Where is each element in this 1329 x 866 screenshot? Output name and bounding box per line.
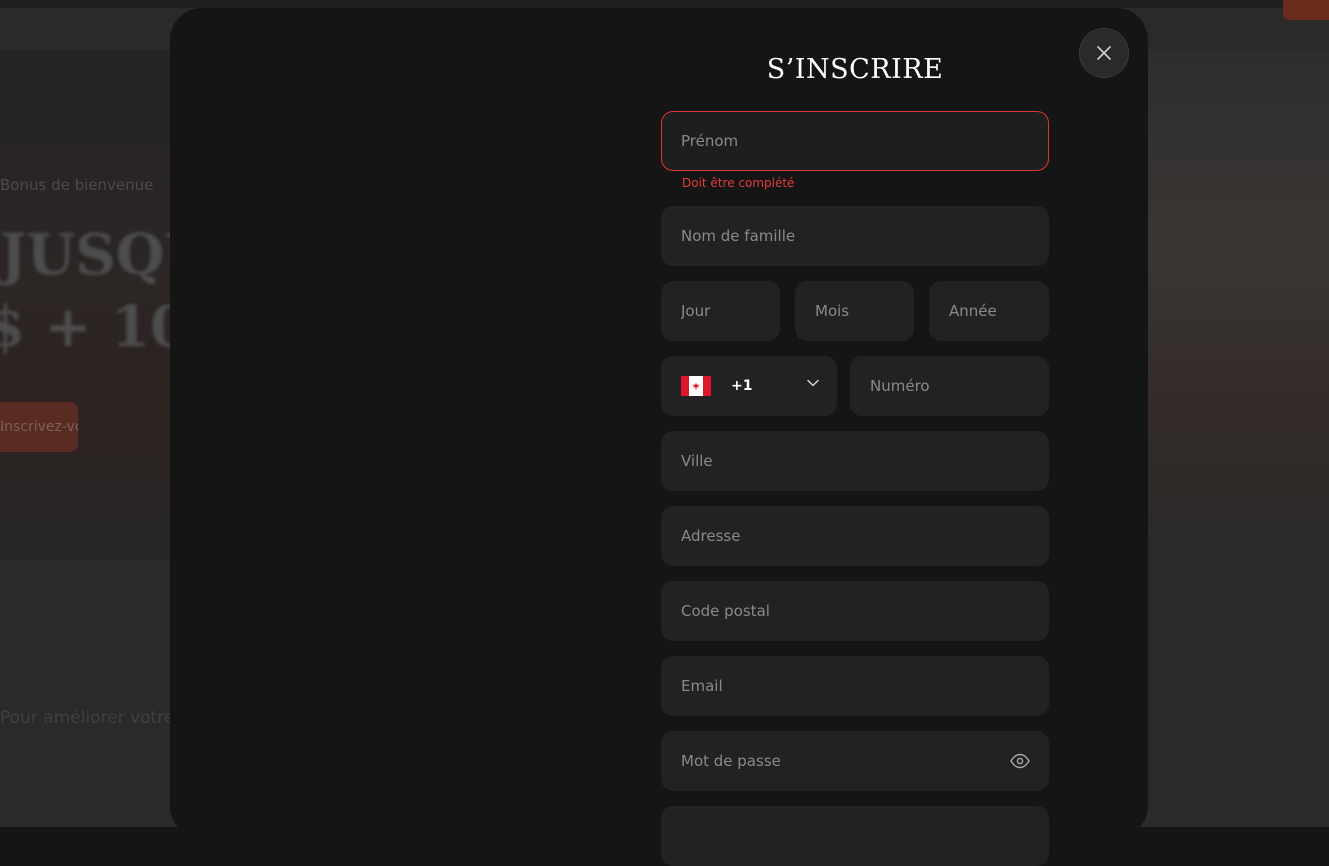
birth-day-input[interactable]	[681, 302, 779, 320]
postal-code-field[interactable]	[661, 581, 1049, 641]
modal-title: S’INSCRIRE	[766, 54, 944, 85]
close-icon	[1097, 46, 1111, 60]
last-name-input[interactable]	[681, 227, 1048, 245]
phone-country-select[interactable]: +1	[661, 356, 837, 416]
first-name-input[interactable]	[681, 132, 1048, 150]
dial-code: +1	[731, 378, 753, 394]
background-topbar-button	[1283, 0, 1329, 20]
birth-month-field[interactable]	[795, 281, 914, 341]
password-field[interactable]	[661, 731, 1049, 791]
canada-flag-icon	[681, 376, 711, 396]
background-small-text: Bonus de bienvenue	[0, 176, 154, 194]
email-input[interactable]	[681, 677, 1048, 695]
birth-year-field[interactable]	[929, 281, 1049, 341]
chevron-down-icon	[807, 379, 819, 387]
postal-code-input[interactable]	[681, 602, 1048, 620]
city-input[interactable]	[681, 452, 1048, 470]
background-topbar	[0, 0, 1329, 8]
close-button[interactable]	[1079, 28, 1129, 78]
first-name-error: Doit être complété	[682, 176, 795, 190]
background-hero-right	[1139, 50, 1329, 560]
background-cta-button: Inscrivez-vous	[0, 402, 78, 452]
signup-modal: S’INSCRIRE Doit être complété +1	[170, 8, 1148, 866]
phone-number-input[interactable]	[870, 377, 1048, 395]
last-name-field[interactable]	[661, 206, 1049, 266]
birth-day-field[interactable]	[661, 281, 780, 341]
first-name-field[interactable]	[661, 111, 1049, 171]
address-input[interactable]	[681, 527, 1048, 545]
birth-month-input[interactable]	[815, 302, 913, 320]
background-footnote: Pour améliorer votre	[0, 708, 175, 728]
email-field[interactable]	[661, 656, 1049, 716]
city-field[interactable]	[661, 431, 1049, 491]
eye-icon[interactable]	[1010, 753, 1030, 769]
confirm-field-partial[interactable]	[661, 806, 1049, 866]
address-field[interactable]	[661, 506, 1049, 566]
phone-number-field[interactable]	[850, 356, 1049, 416]
password-input[interactable]	[681, 752, 998, 770]
birth-year-input[interactable]	[949, 302, 1048, 320]
